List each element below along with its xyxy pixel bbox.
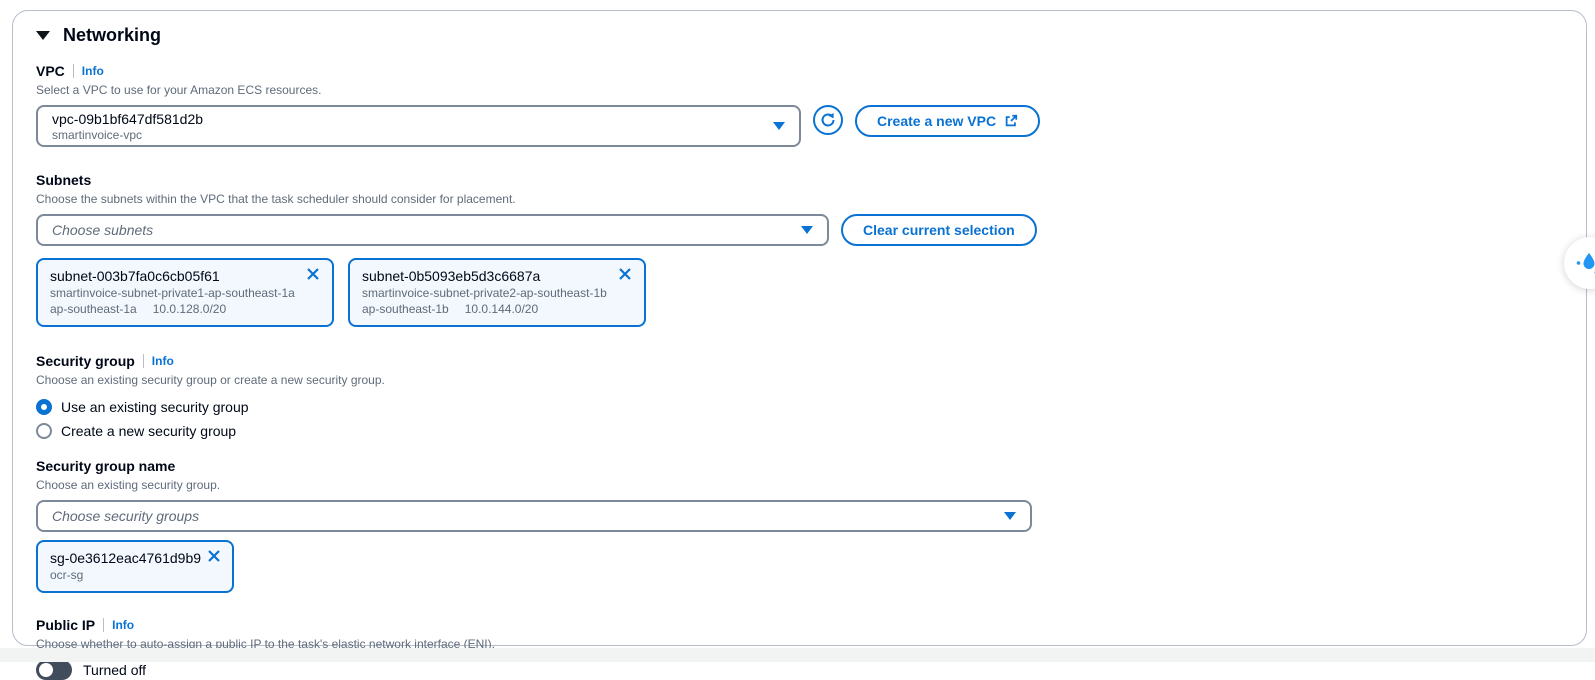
subnet-id: subnet-003b7fa0c6cb05f61 bbox=[50, 267, 220, 285]
subnet-az: ap-southeast-1a bbox=[50, 301, 137, 317]
subnets-placeholder: Choose subnets bbox=[52, 222, 153, 238]
radio-use-existing-security-group[interactable]: Use an existing security group bbox=[36, 396, 1562, 418]
remove-security-group-button[interactable] bbox=[201, 549, 221, 566]
vpc-selected-subtitle: smartinvoice-vpc bbox=[52, 128, 203, 142]
security-group-name-field: Security group name Choose an existing s… bbox=[36, 457, 1562, 593]
subnet-cidr: 10.0.144.0/20 bbox=[465, 301, 538, 317]
vpc-description: Select a VPC to use for your Amazon ECS … bbox=[36, 82, 1562, 98]
radio-label: Use an existing security group bbox=[61, 399, 249, 415]
security-group-description: Choose an existing security group or cre… bbox=[36, 372, 1562, 388]
vpc-select[interactable]: vpc-09b1bf647df581d2b smartinvoice-vpc bbox=[36, 105, 801, 147]
subnets-label: Subnets bbox=[36, 172, 91, 188]
security-group-name-label: Security group name bbox=[36, 458, 175, 474]
security-group-info-link[interactable]: Info bbox=[152, 354, 174, 368]
divider bbox=[103, 618, 104, 632]
external-link-icon bbox=[1004, 114, 1018, 128]
networking-section-header[interactable]: Networking bbox=[36, 25, 1562, 46]
radio-button-icon bbox=[36, 399, 52, 415]
public-ip-info-link[interactable]: Info bbox=[112, 618, 134, 632]
subnet-token: subnet-003b7fa0c6cb05f61 smartinvoice-su… bbox=[36, 258, 334, 327]
subnet-az: ap-southeast-1b bbox=[362, 301, 449, 317]
refresh-icon bbox=[820, 112, 836, 128]
remove-subnet-button[interactable] bbox=[612, 267, 632, 284]
remove-subnet-button[interactable] bbox=[300, 267, 320, 284]
subnet-cidr: 10.0.128.0/20 bbox=[153, 301, 226, 317]
subnet-token: subnet-0b5093eb5d3c6687a smartinvoice-su… bbox=[348, 258, 646, 327]
collapse-caret-icon bbox=[36, 31, 50, 40]
subnet-id: subnet-0b5093eb5d3c6687a bbox=[362, 267, 540, 285]
public-ip-toggle[interactable] bbox=[36, 660, 72, 680]
radio-create-new-security-group[interactable]: Create a new security group bbox=[36, 420, 1562, 442]
vpc-info-link[interactable]: Info bbox=[82, 64, 104, 78]
clear-selection-button[interactable]: Clear current selection bbox=[841, 214, 1037, 246]
radio-button-icon bbox=[36, 423, 52, 439]
security-group-id: sg-0e3612eac4761d9b9 bbox=[50, 549, 201, 567]
vpc-selected-value: vpc-09b1bf647df581d2b bbox=[52, 111, 203, 128]
security-groups-placeholder: Choose security groups bbox=[52, 508, 199, 524]
clear-selection-label: Clear current selection bbox=[863, 222, 1015, 238]
security-group-name-description: Choose an existing security group. bbox=[36, 477, 1562, 493]
security-groups-select[interactable]: Choose security groups bbox=[36, 500, 1032, 532]
vpc-field: VPC Info Select a VPC to use for your Am… bbox=[36, 62, 1562, 147]
droplet-icon bbox=[1573, 246, 1595, 280]
create-vpc-button[interactable]: Create a new VPC bbox=[855, 105, 1040, 137]
refresh-button[interactable] bbox=[813, 105, 843, 135]
chevron-down-icon bbox=[773, 122, 785, 130]
public-ip-toggle-label: Turned off bbox=[83, 662, 146, 678]
chevron-down-icon bbox=[1004, 512, 1016, 520]
chevron-down-icon bbox=[801, 226, 813, 234]
subnets-field: Subnets Choose the subnets within the VP… bbox=[36, 171, 1562, 327]
subnet-name: smartinvoice-subnet-private1-ap-southeas… bbox=[50, 285, 320, 301]
toggle-knob bbox=[39, 663, 53, 677]
page-background-strip bbox=[0, 648, 1595, 662]
security-group-name: ocr-sg bbox=[50, 567, 220, 583]
radio-label: Create a new security group bbox=[61, 423, 236, 439]
vpc-label: VPC bbox=[36, 63, 65, 79]
create-vpc-button-label: Create a new VPC bbox=[877, 113, 996, 129]
security-group-field: Security group Info Choose an existing s… bbox=[36, 352, 1562, 442]
public-ip-label: Public IP bbox=[36, 617, 95, 633]
subnet-name: smartinvoice-subnet-private2-ap-southeas… bbox=[362, 285, 632, 301]
security-group-label: Security group bbox=[36, 353, 135, 369]
section-title: Networking bbox=[63, 25, 161, 46]
divider bbox=[73, 64, 74, 78]
security-group-token: sg-0e3612eac4761d9b9 ocr-sg bbox=[36, 540, 234, 593]
divider bbox=[143, 354, 144, 368]
subnets-description: Choose the subnets within the VPC that t… bbox=[36, 191, 1562, 207]
subnets-select[interactable]: Choose subnets bbox=[36, 214, 829, 246]
networking-panel: Networking VPC Info Select a VPC to use … bbox=[12, 10, 1587, 646]
